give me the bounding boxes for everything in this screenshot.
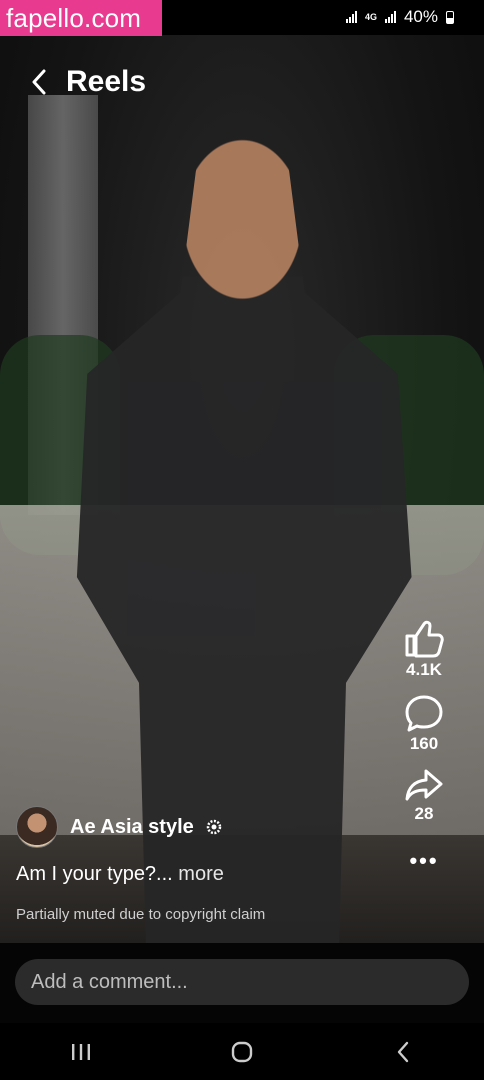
share-button[interactable]: 28	[404, 768, 444, 824]
avatar[interactable]	[16, 806, 58, 848]
comment-button[interactable]: 160	[404, 694, 444, 754]
caption-more-link[interactable]: more	[178, 863, 224, 885]
home-button[interactable]	[212, 1032, 272, 1072]
battery-icon	[446, 10, 454, 24]
share-count: 28	[414, 804, 434, 823]
reels-header: Reels	[30, 65, 146, 99]
caption-text: Am I your type?...	[16, 863, 173, 885]
system-nav-bar	[0, 1023, 484, 1080]
like-count: 4.1K	[406, 660, 442, 679]
page-title: Reels	[66, 65, 147, 98]
comment-bar: Add a comment...	[0, 943, 484, 1023]
recent-apps-icon	[71, 1043, 90, 1060]
thumbs-up-icon	[405, 620, 444, 658]
back-nav-icon	[398, 1041, 409, 1062]
copyright-notice: Partially muted due to copyright claim	[16, 906, 266, 923]
more-horizontal-icon[interactable]: •••	[409, 848, 438, 874]
watermark-logo: fapello.com	[0, 0, 162, 36]
reel-actions: 4.1K 160 28 •••	[384, 620, 464, 874]
back-nav-button[interactable]	[373, 1032, 433, 1072]
share-arrow-icon	[405, 769, 443, 801]
speech-bubble-icon	[405, 695, 443, 732]
battery-level: 40%	[403, 7, 438, 26]
status-bar: 4G 40%	[345, 7, 454, 27]
verified-badge-icon	[206, 819, 222, 835]
signal-icon	[345, 11, 357, 23]
comment-count: 160	[409, 734, 439, 753]
signal-icon-2	[384, 11, 396, 23]
author-name[interactable]: Ae Asia style	[70, 816, 194, 839]
back-icon[interactable]	[30, 67, 48, 97]
like-button[interactable]: 4.1K	[404, 620, 444, 680]
home-icon	[231, 1041, 253, 1062]
reel-caption[interactable]: Am I your type?... more	[16, 863, 224, 886]
recent-apps-button[interactable]	[51, 1032, 111, 1072]
author-row[interactable]: Ae Asia style	[16, 806, 222, 848]
network-type: 4G	[364, 11, 377, 22]
comment-input[interactable]: Add a comment...	[15, 959, 469, 1005]
